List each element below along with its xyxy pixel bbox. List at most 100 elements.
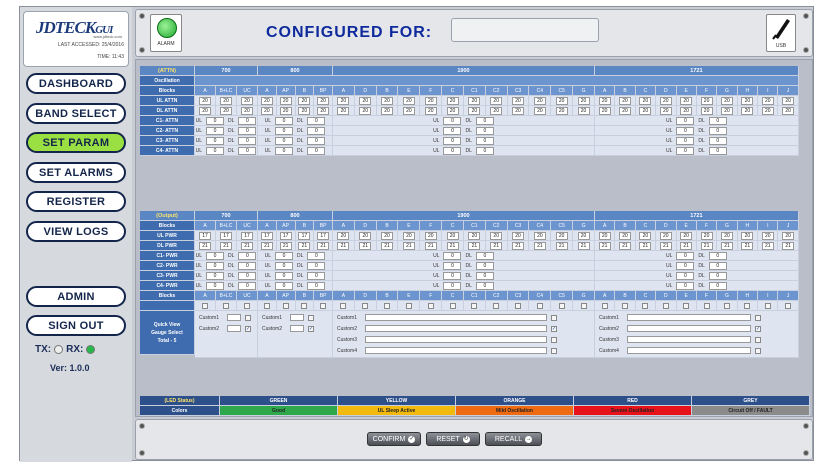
value-input[interactable]: 20 — [720, 231, 733, 240]
value-input[interactable]: 21 — [555, 241, 568, 250]
value-input[interactable]: 20 — [279, 106, 292, 115]
value-input[interactable]: 20 — [533, 106, 546, 115]
nav-register[interactable]: REGISTER — [26, 191, 126, 212]
value-input[interactable]: 21 — [260, 241, 273, 250]
ul-dl-input[interactable]: 0 — [708, 251, 727, 260]
value-input[interactable]: 20 — [317, 96, 330, 105]
value-input[interactable]: 20 — [298, 96, 311, 105]
custom-input[interactable] — [227, 314, 241, 321]
ul-dl-input[interactable]: 0 — [708, 136, 727, 145]
value-input[interactable]: 21 — [337, 241, 350, 250]
value-input[interactable]: 20 — [359, 96, 372, 105]
confirm-button[interactable]: CONFIRM ✓ — [367, 432, 421, 446]
block-checkbox[interactable] — [320, 302, 327, 309]
value-input[interactable]: 20 — [782, 106, 795, 115]
configured-for-field[interactable] — [451, 18, 599, 42]
ul-dl-input[interactable]: 0 — [475, 146, 494, 155]
value-input[interactable]: 21 — [659, 241, 672, 250]
value-input[interactable]: 20 — [619, 231, 632, 240]
block-checkbox[interactable] — [223, 302, 229, 309]
value-input[interactable]: 21 — [741, 241, 754, 250]
ul-dl-input[interactable]: 0 — [307, 126, 326, 135]
value-input[interactable]: 20 — [700, 231, 713, 240]
ul-dl-input[interactable]: 0 — [238, 146, 257, 155]
ul-dl-input[interactable]: 0 — [238, 261, 257, 270]
ul-dl-input[interactable]: 0 — [475, 126, 494, 135]
block-checkbox[interactable] — [493, 302, 500, 309]
block-checkbox[interactable] — [384, 302, 391, 309]
custom-input[interactable] — [626, 336, 751, 343]
value-input[interactable]: 20 — [598, 231, 611, 240]
value-input[interactable]: 20 — [241, 106, 253, 115]
ul-dl-input[interactable]: 0 — [238, 116, 257, 125]
custom-input[interactable] — [290, 325, 304, 332]
value-input[interactable]: 21 — [402, 241, 415, 250]
value-input[interactable]: 20 — [512, 96, 525, 105]
value-input[interactable]: 20 — [700, 96, 713, 105]
custom-checkbox[interactable]: ✓ — [245, 325, 251, 332]
ul-dl-input[interactable]: 0 — [443, 146, 462, 155]
custom-checkbox[interactable] — [551, 347, 557, 354]
ul-dl-input[interactable]: 0 — [307, 271, 326, 280]
ul-dl-input[interactable]: 0 — [206, 136, 224, 145]
value-input[interactable]: 20 — [555, 106, 568, 115]
value-input[interactable]: 20 — [659, 96, 672, 105]
ul-dl-input[interactable]: 0 — [443, 271, 462, 280]
ul-dl-input[interactable]: 0 — [475, 271, 494, 280]
ul-dl-input[interactable]: 0 — [708, 126, 727, 135]
value-input[interactable]: 20 — [490, 96, 503, 105]
ul-dl-input[interactable]: 0 — [206, 251, 224, 260]
ul-dl-input[interactable]: 0 — [206, 116, 224, 125]
ul-dl-input[interactable]: 0 — [676, 251, 695, 260]
value-input[interactable]: 21 — [199, 241, 211, 250]
ul-dl-input[interactable]: 0 — [275, 126, 293, 135]
reset-button[interactable]: RESET ↻ — [426, 432, 480, 446]
custom-checkbox[interactable] — [551, 314, 557, 321]
custom-input[interactable] — [365, 336, 547, 343]
value-input[interactable]: 20 — [468, 96, 481, 105]
nav-sign-out[interactable]: SIGN OUT — [26, 315, 126, 336]
block-checkbox[interactable] — [703, 302, 710, 309]
value-input[interactable]: 20 — [359, 231, 372, 240]
value-input[interactable]: 17 — [317, 231, 330, 240]
value-input[interactable]: 20 — [402, 106, 415, 115]
block-checkbox[interactable] — [662, 302, 669, 309]
custom-input[interactable] — [626, 325, 751, 332]
ul-dl-input[interactable]: 0 — [676, 136, 695, 145]
value-input[interactable]: 20 — [199, 96, 211, 105]
block-checkbox[interactable] — [340, 302, 347, 309]
value-input[interactable]: 20 — [720, 96, 733, 105]
ul-dl-input[interactable]: 0 — [275, 146, 293, 155]
value-input[interactable]: 21 — [680, 241, 693, 250]
block-checkbox[interactable] — [515, 302, 522, 309]
value-input[interactable]: 21 — [782, 241, 795, 250]
value-input[interactable]: 20 — [720, 106, 733, 115]
value-input[interactable]: 20 — [490, 106, 503, 115]
ul-dl-input[interactable]: 0 — [443, 136, 462, 145]
custom-input[interactable] — [365, 347, 547, 354]
nav-view-logs[interactable]: VIEW LOGS — [26, 221, 126, 242]
value-input[interactable]: 20 — [317, 106, 330, 115]
value-input[interactable]: 20 — [680, 96, 693, 105]
ul-dl-input[interactable]: 0 — [676, 116, 695, 125]
value-input[interactable]: 21 — [512, 241, 525, 250]
value-input[interactable]: 17 — [298, 231, 311, 240]
ul-dl-input[interactable]: 0 — [206, 146, 224, 155]
value-input[interactable]: 20 — [260, 96, 273, 105]
value-input[interactable]: 20 — [761, 96, 774, 105]
ul-dl-input[interactable]: 0 — [475, 251, 494, 260]
ul-dl-input[interactable]: 0 — [475, 281, 494, 290]
block-checkbox[interactable] — [405, 302, 412, 309]
value-input[interactable]: 21 — [220, 241, 232, 250]
value-input[interactable]: 21 — [720, 241, 733, 250]
value-input[interactable]: 20 — [359, 106, 372, 115]
block-checkbox[interactable] — [683, 302, 690, 309]
ul-dl-input[interactable]: 0 — [275, 271, 293, 280]
value-input[interactable]: 21 — [446, 241, 459, 250]
value-input[interactable]: 17 — [279, 231, 292, 240]
value-input[interactable]: 20 — [598, 96, 611, 105]
value-input[interactable]: 20 — [533, 96, 546, 105]
block-checkbox[interactable] — [642, 302, 649, 309]
ul-dl-input[interactable]: 0 — [238, 136, 257, 145]
value-input[interactable]: 20 — [298, 106, 311, 115]
